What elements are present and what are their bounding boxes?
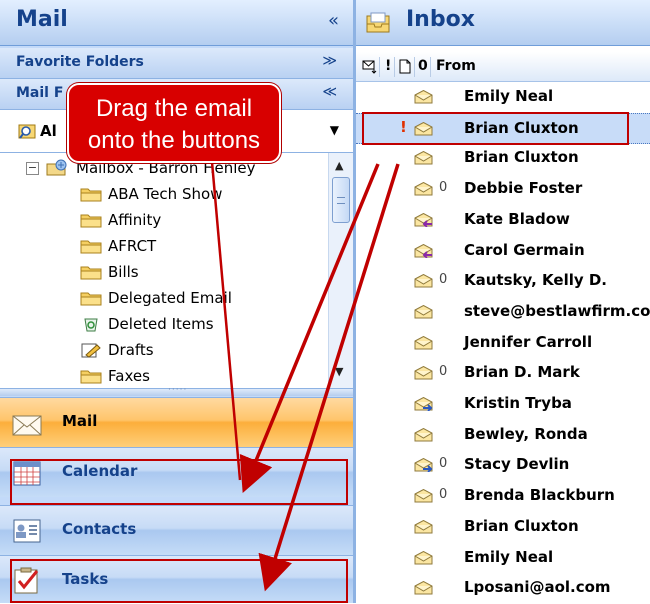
callout-line-2: onto the buttons (87, 127, 261, 154)
drag-arrow-to-tasks (258, 163, 400, 592)
callout-pointer (210, 161, 242, 481)
callout-line-1: Drag the email (95, 95, 253, 122)
instruction-callout: Drag the email onto the buttons (67, 83, 281, 163)
